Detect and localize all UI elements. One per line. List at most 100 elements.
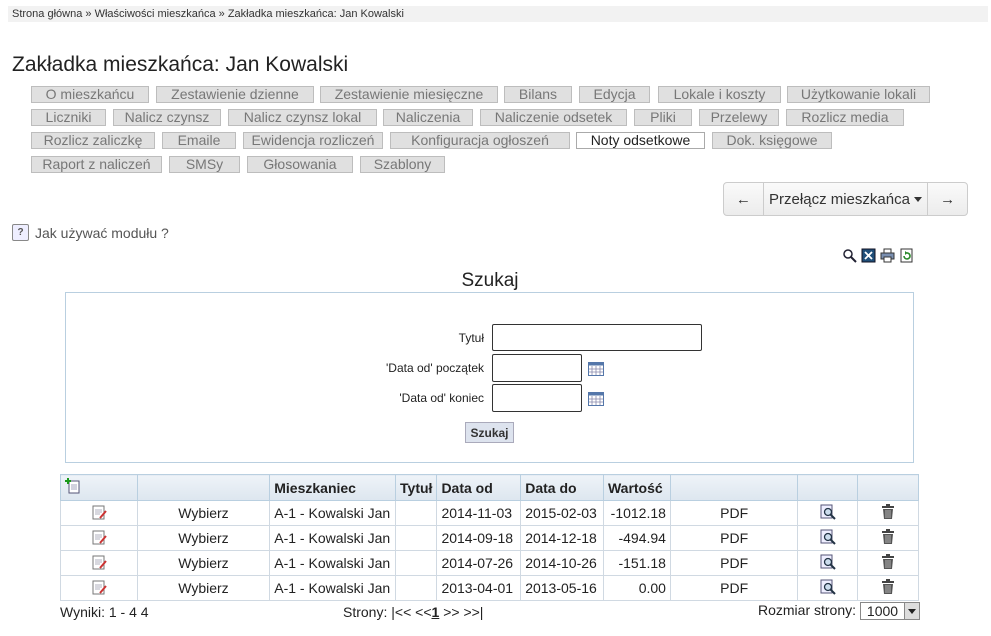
select-link[interactable]: Wybierz <box>136 500 271 526</box>
tab-lokale-i-koszty[interactable]: Lokale i koszty <box>658 86 781 103</box>
tab-noty-odsetkowe[interactable]: Noty odsetkowe <box>576 132 705 149</box>
cell-wartosc: 0.00 <box>602 575 671 601</box>
next-resident-button[interactable]: → <box>928 183 967 215</box>
trash-icon[interactable] <box>881 553 895 570</box>
calendar-icon[interactable] <box>588 362 604 376</box>
tab-rozlicz-zaliczke[interactable]: Rozlicz zaliczkę <box>31 132 155 149</box>
module-help-text: Jak używać modułu ? <box>35 224 169 241</box>
tab-naliczenia[interactable]: Naliczenia <box>383 109 473 126</box>
tab-o-mieszkancu[interactable]: O mieszkańcu <box>31 86 149 103</box>
calendar-icon[interactable] <box>588 392 604 406</box>
cell-mieszkaniec: A-1 - Kowalski Jan <box>269 525 397 551</box>
tab-ewidencja-rozliczen[interactable]: Ewidencja rozliczeń <box>243 132 383 149</box>
trash-icon[interactable] <box>881 528 895 545</box>
pager-first-link[interactable]: |<< <box>391 604 411 620</box>
tab-naliczenie-odsetek[interactable]: Naliczenie odsetek <box>480 109 627 126</box>
results-count: Wyniki: 1 - 4 4 <box>60 604 149 620</box>
pager-current-page[interactable]: 1 <box>432 604 440 620</box>
pdf-link[interactable]: PDF <box>669 525 799 551</box>
preview-icon[interactable] <box>820 579 836 595</box>
tab-szablony[interactable]: Szablony <box>360 156 445 173</box>
breadcrumb-separator: » <box>82 8 95 20</box>
caret-down-icon <box>913 196 922 202</box>
cell-tytul <box>395 500 438 526</box>
pdf-link[interactable]: PDF <box>669 575 799 601</box>
toolbar-icons <box>842 248 914 263</box>
pager-next-link[interactable]: >> <box>443 604 459 620</box>
tab-emaile[interactable]: Emaile <box>162 132 236 149</box>
tab-dok-ksiegowe[interactable]: Dok. księgowe <box>712 132 832 149</box>
select-header <box>136 474 271 501</box>
tab-konfiguracja-ogloszen[interactable]: Konfiguracja ogłoszeń <box>390 132 570 149</box>
pager: Strony: |<< <<1 >> >>| <box>343 604 483 620</box>
delete-cell <box>857 575 919 601</box>
tab-uzytkowanie-lokali[interactable]: Użytkowanie lokali <box>787 86 930 103</box>
cell-tytul <box>395 525 438 551</box>
breadcrumb-props-link[interactable]: Właściwości mieszkańca <box>95 8 216 20</box>
excel-export-icon[interactable] <box>861 248 876 263</box>
date-from-end-input[interactable] <box>492 384 582 412</box>
edit-note-icon[interactable] <box>91 554 107 570</box>
pager-prev-link[interactable]: << <box>415 604 431 620</box>
tab-smsy[interactable]: SMSy <box>169 156 240 173</box>
tab-glosowania[interactable]: Głosowania <box>247 156 353 173</box>
preview-icon[interactable] <box>820 554 836 570</box>
print-icon[interactable] <box>880 248 895 263</box>
select-link[interactable]: Wybierz <box>136 550 271 576</box>
cell-data-do: 2014-10-26 <box>520 550 604 576</box>
switch-resident-label: Przełącz mieszkańca <box>769 190 910 208</box>
tab-raport-z-naliczen[interactable]: Raport z naliczeń <box>31 156 162 173</box>
header-mieszkaniec[interactable]: Mieszkaniec <box>269 474 397 501</box>
cell-data-do: 2013-05-16 <box>520 575 604 601</box>
pdf-link[interactable]: PDF <box>669 500 799 526</box>
header-tytul[interactable]: Tytuł <box>395 474 438 501</box>
tab-zestawienie-miesieczne[interactable]: Zestawienie miesięczne <box>320 86 498 103</box>
tab-przelewy[interactable]: Przelewy <box>699 109 779 126</box>
edit-note-icon[interactable] <box>91 529 107 545</box>
refresh-icon[interactable] <box>899 248 914 263</box>
cell-mieszkaniec: A-1 - Kowalski Jan <box>269 550 397 576</box>
preview-icon[interactable] <box>820 529 836 545</box>
tab-nalicz-czynsz-lokal[interactable]: Nalicz czynsz lokal <box>228 109 377 126</box>
edit-note-icon[interactable] <box>91 504 107 520</box>
add-record-header <box>60 474 138 501</box>
select-link[interactable]: Wybierz <box>136 575 271 601</box>
edit-cell <box>60 500 138 526</box>
add-record-icon[interactable] <box>65 478 81 494</box>
trash-icon[interactable] <box>881 578 895 595</box>
cell-wartosc: -1012.18 <box>602 500 671 526</box>
tab-zestawienie-dzienne[interactable]: Zestawienie dzienne <box>156 86 314 103</box>
cell-data-od: 2014-07-26 <box>436 550 522 576</box>
trash-icon[interactable] <box>881 503 895 520</box>
preview-header <box>797 474 859 501</box>
breadcrumb-separator: » <box>215 8 228 20</box>
edit-note-icon[interactable] <box>91 579 107 595</box>
table-header-row: Mieszkaniec Tytuł Data od Data do Wartoś… <box>60 474 919 501</box>
module-help-link[interactable]: ? Jak używać modułu ? <box>12 224 169 241</box>
header-data-od[interactable]: Data od <box>436 474 522 501</box>
table-row: Wybierz A-1 - Kowalski Jan 2014-07-26 20… <box>60 550 919 576</box>
breadcrumb-home-link[interactable]: Strona główna <box>12 8 82 20</box>
switch-resident-dropdown[interactable]: Przełącz mieszkańca <box>764 183 929 215</box>
page-title: Zakładka mieszkańca: Jan Kowalski <box>12 53 349 76</box>
pager-last-link[interactable]: >>| <box>463 604 483 620</box>
select-link[interactable]: Wybierz <box>136 525 271 551</box>
header-wartosc[interactable]: Wartość <box>602 474 671 501</box>
page-size-select[interactable]: 1000 <box>859 602 920 621</box>
search-zoom-icon[interactable] <box>842 248 857 263</box>
pdf-link[interactable]: PDF <box>669 550 799 576</box>
preview-icon[interactable] <box>820 504 836 520</box>
cell-data-do: 2014-12-18 <box>520 525 604 551</box>
title-input[interactable] <box>492 324 702 351</box>
tab-nalicz-czynsz[interactable]: Nalicz czynsz <box>113 109 221 126</box>
previous-resident-button[interactable]: ← <box>724 183 764 215</box>
search-button[interactable]: Szukaj <box>465 422 514 443</box>
tab-bilans[interactable]: Bilans <box>504 86 572 103</box>
tab-liczniki[interactable]: Liczniki <box>31 109 106 126</box>
tab-pliki[interactable]: Pliki <box>634 109 692 126</box>
date-from-start-input[interactable] <box>492 354 582 382</box>
tab-edycja[interactable]: Edycja <box>579 86 650 103</box>
cell-data-od: 2014-09-18 <box>436 525 522 551</box>
header-data-do[interactable]: Data do <box>520 474 604 501</box>
tab-rozlicz-media[interactable]: Rozlicz media <box>786 109 904 126</box>
